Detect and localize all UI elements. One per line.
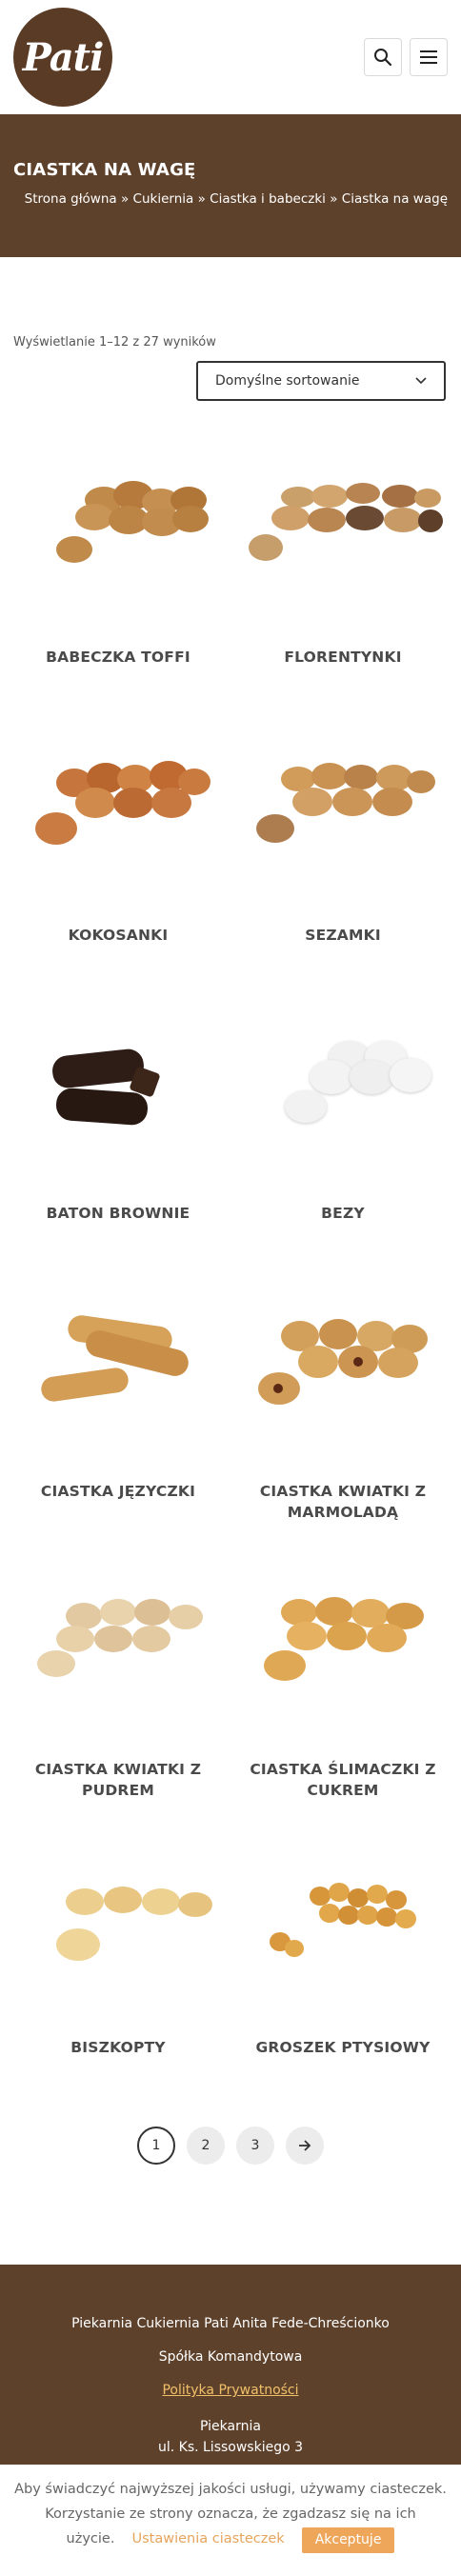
- header-actions: [364, 38, 448, 76]
- product-name[interactable]: BISZKOPTY: [65, 2037, 170, 2058]
- cookie-actions-row: użycie. Ustawienia ciasteczek Akceptuje: [0, 2526, 461, 2554]
- page-1-button[interactable]: 1: [137, 2127, 175, 2165]
- site-header: Pati: [0, 0, 461, 114]
- footer-company-type: Spółka Komandytowa: [158, 2349, 303, 2365]
- product-card[interactable]: CIASTKA KWIATKI Z MARMOLADĄ: [238, 1292, 448, 1570]
- product-name[interactable]: BATON BROWNIE: [41, 1203, 196, 1224]
- footer-company: Piekarnia Cukiernia Pati Anita Fede-Chre…: [71, 2316, 390, 2331]
- sort-select[interactable]: Domyślne sortowanie: [196, 361, 446, 401]
- product-image-florentynki[interactable]: [243, 458, 443, 599]
- cookie-settings-link[interactable]: Ustawienia ciasteczek: [131, 2527, 284, 2552]
- menu-button[interactable]: [410, 38, 448, 76]
- product-card[interactable]: BISZKOPTY: [13, 1848, 223, 2127]
- product-card[interactable]: CIASTKA JĘZYCZKI: [13, 1292, 223, 1570]
- product-card[interactable]: CIASTKA KWIATKI Z PUDREM: [13, 1570, 223, 1848]
- sort-selected-value: Domyślne sortowanie: [215, 373, 360, 389]
- page-title: CIASTKA NA WAGĘ: [13, 160, 196, 180]
- breadcrumb-cukiernia[interactable]: Cukiernia: [133, 191, 194, 207]
- chevron-down-icon: [415, 377, 427, 385]
- pagination: 1 2 3: [0, 2127, 461, 2165]
- search-icon: [374, 49, 392, 67]
- site-logo[interactable]: Pati: [13, 8, 112, 107]
- hamburger-menu-icon: [420, 50, 437, 64]
- breadcrumb-separator: »: [197, 191, 206, 207]
- product-name[interactable]: CIASTKA ŚLIMACZKI Z CUKREM: [238, 1759, 448, 1802]
- breadcrumb: Strona główna » Cukiernia » Ciastka i ba…: [13, 191, 448, 207]
- product-card[interactable]: KOKOSANKI: [13, 736, 223, 1014]
- product-name[interactable]: CIASTKA KWIATKI Z PUDREM: [13, 1759, 223, 1802]
- search-button[interactable]: [364, 38, 402, 76]
- product-card[interactable]: FLORENTYNKI: [238, 458, 448, 736]
- product-name[interactable]: CIASTKA KWIATKI Z MARMOLADĄ: [238, 1481, 448, 1524]
- product-image-bezy[interactable]: [243, 1014, 443, 1155]
- product-image-babeczka-toffi[interactable]: [18, 458, 218, 599]
- product-image-kokosanki[interactable]: [18, 736, 218, 877]
- product-name[interactable]: BABECZKA TOFFI: [40, 647, 196, 668]
- product-card[interactable]: BABECZKA TOFFI: [13, 458, 223, 736]
- product-card[interactable]: BATON BROWNIE: [13, 1014, 223, 1292]
- sort-wrapper: Domyślne sortowanie: [0, 349, 461, 401]
- product-card[interactable]: CIASTKA ŚLIMACZKI Z CUKREM: [238, 1570, 448, 1848]
- product-card[interactable]: BEZY: [238, 1014, 448, 1292]
- breadcrumb-separator: »: [330, 191, 338, 207]
- product-name[interactable]: KOKOSANKI: [63, 925, 174, 946]
- product-image-baton-brownie[interactable]: [18, 1014, 218, 1155]
- cookie-text-line-3: użycie.: [66, 2531, 115, 2547]
- product-image-ciastka-kwiatki-z-pudrem[interactable]: [18, 1570, 218, 1711]
- product-name[interactable]: CIASTKA JĘZYCZKI: [35, 1481, 201, 1502]
- footer-bakery-label: Piekarnia: [200, 2419, 261, 2434]
- product-card[interactable]: GROSZEK PTYSIOWY: [238, 1848, 448, 2127]
- product-card[interactable]: SEZAMKI: [238, 736, 448, 1014]
- breadcrumb-ciastka-i-babeczki[interactable]: Ciastka i babeczki: [210, 191, 326, 207]
- page-3-button[interactable]: 3: [236, 2127, 274, 2165]
- cookie-text-line-1: Aby świadczyć najwyższej jakości usługi,…: [14, 2482, 447, 2497]
- footer-address: Piekarnia ul. Ks. Lissowskiego 3: [0, 2416, 461, 2459]
- product-image-groszek-ptysiowy[interactable]: [243, 1848, 443, 1989]
- product-image-ciastka-kwiatki-z-marmolada[interactable]: [243, 1292, 443, 1433]
- privacy-policy-link[interactable]: Polityka Prywatności: [162, 2383, 298, 2398]
- product-name[interactable]: FLORENTYNKI: [278, 647, 407, 668]
- product-name[interactable]: SEZAMKI: [299, 925, 387, 946]
- logo-text: Pati: [22, 34, 105, 80]
- next-page-button[interactable]: [286, 2127, 324, 2165]
- cookie-text-line-2: Korzystanie ze strony oznacza, że zgadza…: [45, 2506, 416, 2522]
- page-title-band: CIASTKA NA WAGĘ Strona główna » Cukierni…: [0, 114, 461, 257]
- product-image-ciastka-slimaczki-z-cukrem[interactable]: [243, 1570, 443, 1711]
- product-image-sezamki[interactable]: [243, 736, 443, 877]
- footer-bakery-address: ul. Ks. Lissowskiego 3: [157, 2440, 304, 2456]
- product-image-ciastka-jezyczki[interactable]: [18, 1292, 218, 1433]
- breadcrumb-current: Ciastka na wagę: [341, 191, 448, 207]
- arrow-right-icon: [299, 2140, 311, 2151]
- product-image-biszkopty[interactable]: [18, 1848, 218, 1989]
- breadcrumb-home[interactable]: Strona główna: [25, 191, 117, 207]
- product-name[interactable]: BEZY: [315, 1203, 371, 1224]
- breadcrumb-separator: »: [120, 191, 130, 207]
- cookie-consent-bar: Aby świadczyć najwyższej jakości usługi,…: [0, 2465, 461, 2576]
- result-count: Wyświetlanie 1–12 z 27 wyników: [13, 335, 216, 349]
- cookie-accept-button[interactable]: Akceptuje: [301, 2526, 395, 2554]
- product-grid: BABECZKA TOFFI FLORENTYNKI KOKOSANKI SEZ…: [0, 401, 461, 2127]
- product-name[interactable]: GROSZEK PTYSIOWY: [250, 2037, 435, 2058]
- page-2-button[interactable]: 2: [187, 2127, 225, 2165]
